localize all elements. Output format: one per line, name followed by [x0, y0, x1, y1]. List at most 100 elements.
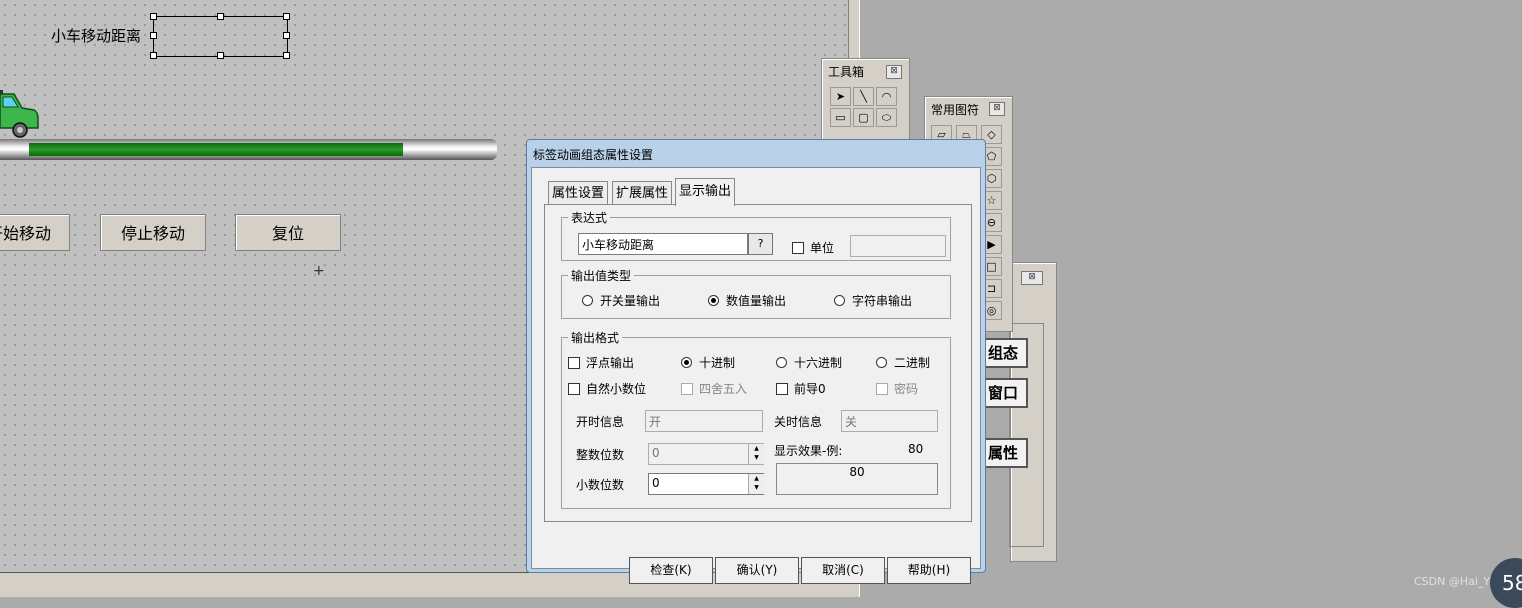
output-type-group: 输出值类型 开关量输出 数值量输出 字符串输出	[561, 267, 951, 319]
dialog-client: 属性设置 扩展属性 显示输出 表达式 小车移动距离 ? 单位 输出值类型 开关量…	[531, 167, 981, 584]
expression-help-button[interactable]: ?	[748, 233, 773, 255]
password-checkbox[interactable]: 密码	[876, 380, 918, 397]
stop-move-button[interactable]: 停止移动	[100, 214, 206, 251]
leading-zero-checkbox[interactable]: 前导0	[776, 380, 826, 397]
pointer-tool-icon[interactable]: ➤	[830, 87, 851, 106]
binary-dot[interactable]	[876, 357, 887, 368]
unit-label: 单位	[810, 241, 835, 255]
resize-handle-br[interactable]	[283, 52, 290, 59]
tab-display-output[interactable]: 显示输出	[675, 178, 736, 206]
on-info-input[interactable]: 开	[645, 410, 763, 432]
numeric-output-dot[interactable]	[708, 295, 719, 306]
binary-label: 二进制	[894, 356, 931, 370]
int-digits-spinner[interactable]: ▲ ▼	[748, 444, 764, 464]
symbols-close-icon[interactable]: ⊠	[989, 102, 1005, 116]
string-output-radio[interactable]: 字符串输出	[834, 292, 912, 309]
float-output-box[interactable]	[568, 356, 580, 369]
unit-checkbox[interactable]: 单位	[792, 239, 834, 256]
display-output-panel: 表达式 小车移动距离 ? 单位 输出值类型 开关量输出 数值量输出 字符串输出 …	[544, 204, 972, 522]
natural-decimal-label: 自然小数位	[586, 382, 647, 396]
expression-group-label: 表达式	[568, 209, 611, 226]
distance-label[interactable]: 小车移动距离	[51, 25, 141, 46]
line-tool-icon[interactable]: ╲	[853, 87, 874, 106]
cancel-button[interactable]: 取消(C)	[801, 557, 885, 584]
rounded-rect-tool-icon[interactable]: ▢	[853, 108, 874, 127]
confirm-button[interactable]: 确认(Y)	[715, 557, 799, 584]
reset-button[interactable]: 复位	[235, 214, 341, 251]
string-output-dot[interactable]	[834, 295, 845, 306]
preview-example-value: 80	[908, 442, 924, 456]
truck-icon[interactable]	[0, 86, 42, 142]
natural-decimal-box[interactable]	[568, 382, 580, 395]
output-type-group-label: 输出值类型	[568, 267, 635, 284]
float-output-label: 浮点输出	[586, 356, 635, 370]
decimal-radio[interactable]: 十进制	[681, 354, 735, 371]
decimal-dot[interactable]	[681, 357, 692, 368]
string-output-label: 字符串输出	[852, 294, 913, 308]
hex-label: 十六进制	[794, 356, 843, 370]
resize-handle-tr[interactable]	[283, 13, 290, 20]
resize-handle-l[interactable]	[150, 32, 157, 39]
resize-handle-b[interactable]	[217, 52, 224, 59]
symbols-palette-title: 常用图符	[931, 103, 980, 117]
leading-zero-label: 前导0	[794, 382, 826, 396]
expression-input[interactable]: 小车移动距离	[578, 233, 748, 255]
hex-radio[interactable]: 十六进制	[776, 354, 842, 371]
toolbox-title: 工具箱	[828, 65, 865, 79]
toolbox-close-icon[interactable]: ⊠	[886, 65, 902, 79]
numeric-output-label: 数值量输出	[726, 294, 787, 308]
float-output-checkbox[interactable]: 浮点输出	[568, 354, 634, 371]
back-window: ⊠	[1009, 262, 1057, 562]
resize-handle-t[interactable]	[217, 13, 224, 20]
help-button[interactable]: 帮助(H)	[887, 557, 971, 584]
label-animation-dialog: 标签动画组态属性设置 属性设置 扩展属性 显示输出 表达式 小车移动距离 ? 单…	[526, 139, 986, 584]
preview-box: 80	[776, 463, 938, 495]
preview-label: 显示效果-例:	[774, 444, 843, 458]
round-checkbox[interactable]: 四舍五入	[681, 380, 747, 397]
off-info-input[interactable]: 关	[841, 410, 938, 432]
output-format-group: 输出格式 浮点输出 十进制 十六进制 二进制 自然小数位 四舍五入 前导0 密码…	[561, 329, 951, 509]
progress-fill	[29, 143, 403, 156]
numeric-output-radio[interactable]: 数值量输出	[708, 292, 786, 309]
watermark: CSDN @Hai_Yi1	[1414, 575, 1500, 588]
hex-dot[interactable]	[776, 357, 787, 368]
check-button[interactable]: 检查(K)	[629, 557, 713, 584]
on-info-label: 开时信息	[576, 415, 625, 429]
resize-handle-tl[interactable]	[150, 13, 157, 20]
password-box[interactable]	[876, 382, 888, 395]
ellipse-tool-icon[interactable]: ⬭	[876, 108, 897, 127]
tab-extended-properties[interactable]: 扩展属性	[612, 181, 673, 205]
switch-output-radio[interactable]: 开关量输出	[582, 292, 660, 309]
resize-handle-r[interactable]	[283, 32, 290, 39]
switch-output-label: 开关量输出	[600, 294, 661, 308]
unit-checkbox-box[interactable]	[792, 241, 804, 254]
off-info-label: 关时信息	[774, 415, 823, 429]
dec-digits-spinner[interactable]: ▲ ▼	[748, 474, 764, 494]
output-format-group-label: 输出格式	[568, 329, 623, 346]
start-move-label: 开始移动	[0, 224, 51, 243]
counter-badge: 58	[1490, 558, 1522, 608]
int-digits-label: 整数位数	[576, 448, 625, 462]
dec-digits-input[interactable]: 0	[648, 473, 764, 495]
dialog-title: 标签动画组态属性设置	[533, 148, 654, 162]
int-digits-input[interactable]: 0	[648, 443, 764, 465]
round-box[interactable]	[681, 382, 693, 395]
resize-handle-bl[interactable]	[150, 52, 157, 59]
unit-input[interactable]	[850, 235, 946, 257]
selected-display-box[interactable]	[153, 16, 288, 57]
binary-radio[interactable]: 二进制	[876, 354, 930, 371]
expression-group: 表达式 小车移动距离 ? 单位	[561, 209, 951, 261]
start-move-button[interactable]: 开始移动	[0, 214, 70, 251]
rectangle-tool-icon[interactable]: ▭	[830, 108, 851, 127]
back-window-close-icon[interactable]: ⊠	[1021, 271, 1043, 285]
tab-property-settings[interactable]: 属性设置	[548, 181, 609, 205]
natural-decimal-checkbox[interactable]: 自然小数位	[568, 380, 646, 397]
switch-output-dot[interactable]	[582, 295, 593, 306]
leading-zero-box[interactable]	[776, 382, 788, 395]
arc-tool-icon[interactable]: ◠	[876, 87, 897, 106]
decimal-label: 十进制	[699, 356, 736, 370]
crosshair-cursor: +	[313, 263, 325, 279]
round-label: 四舍五入	[699, 382, 748, 396]
password-label: 密码	[894, 382, 919, 396]
dec-digits-label: 小数位数	[576, 478, 625, 492]
